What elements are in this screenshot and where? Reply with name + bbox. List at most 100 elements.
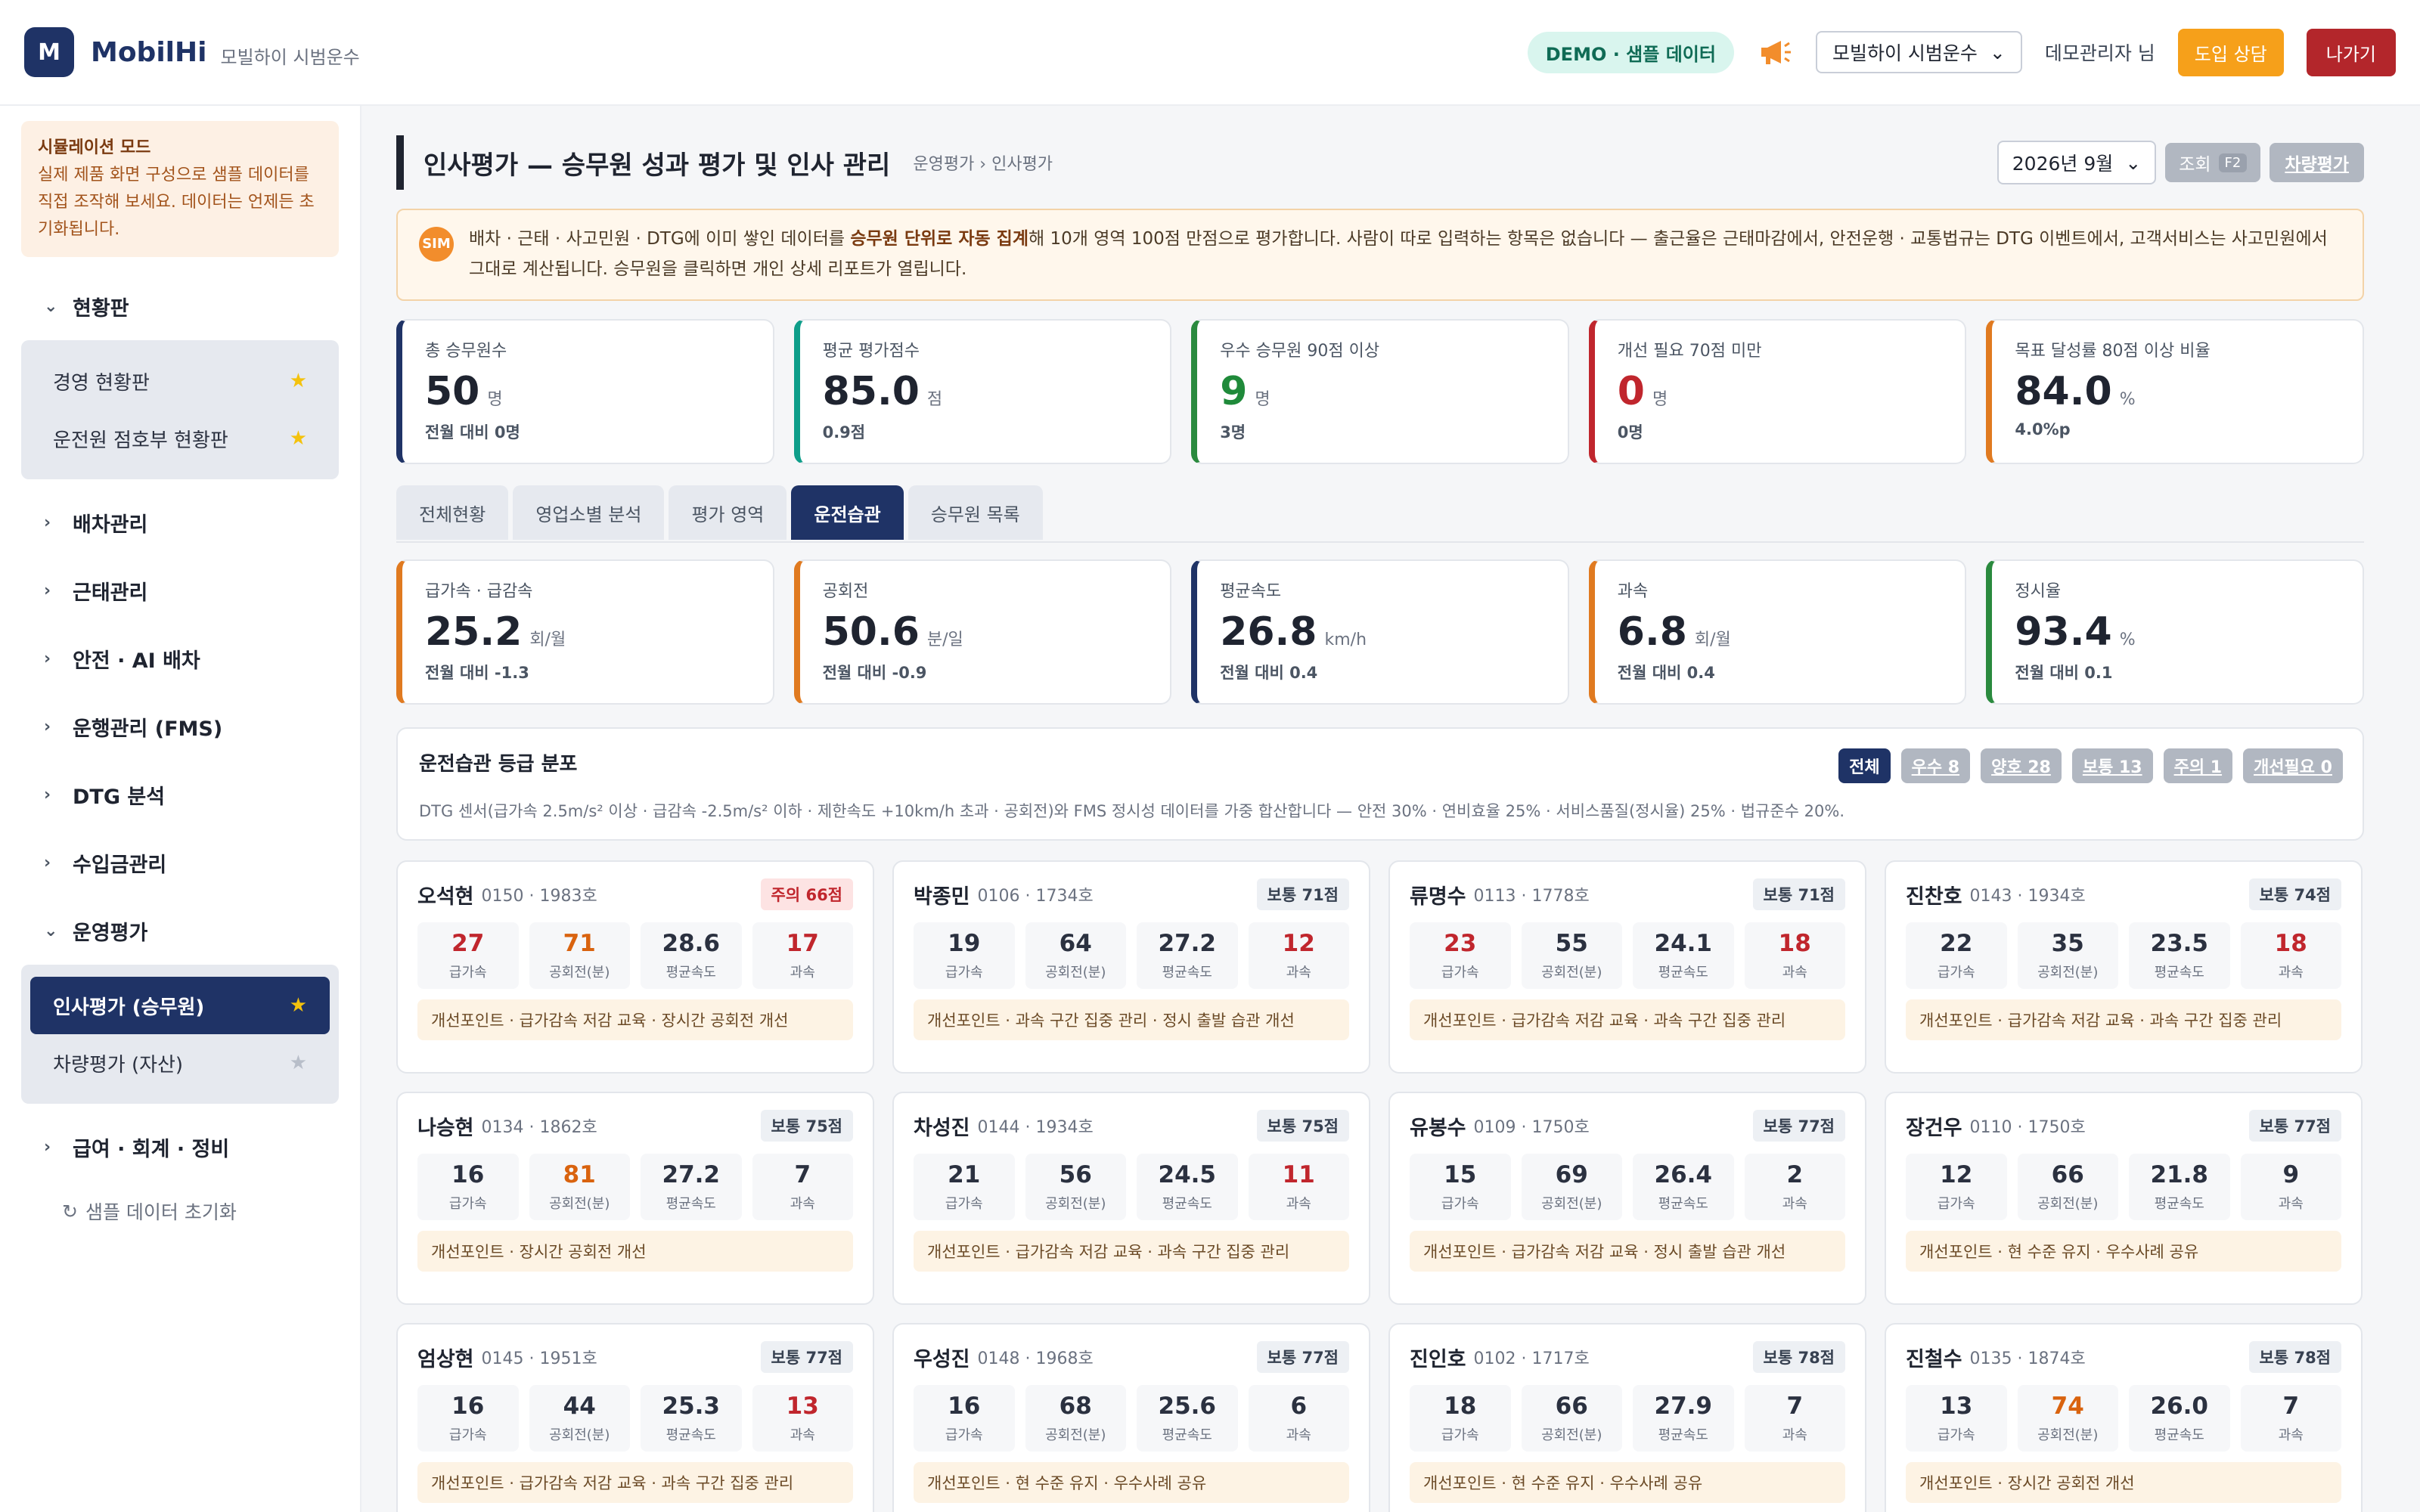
megaphone-icon[interactable] — [1757, 37, 1793, 67]
improvement-tip: 개선포인트 · 급가감속 저감 교육 · 과속 구간 집중 관리 — [417, 1462, 853, 1503]
tab-evaluation-areas[interactable]: 평가 영역 — [669, 485, 787, 540]
month-select[interactable]: 2026년 9월 ⌄ — [1996, 141, 2157, 184]
nav-section-evaluation[interactable]: ⌄ 운영평가 — [21, 897, 339, 965]
metric-label: 급가속 — [1441, 965, 1479, 981]
kpi-unit: 명 — [1255, 390, 1270, 409]
metric-value: 13 — [786, 1393, 819, 1420]
filter-average[interactable]: 보통 13 — [2071, 748, 2153, 783]
driver-name: 진철수 — [1906, 1347, 1962, 1371]
nav-section-dtg[interactable]: › DTG 분석 — [21, 761, 339, 829]
star-icon[interactable]: ★ — [290, 994, 307, 1017]
tab-bar: 전체현황 영업소별 분석 평가 영역 운전습관 승무원 목록 — [396, 485, 2364, 543]
metric-tile: 68 공회전(분) — [1025, 1385, 1126, 1452]
metric-tile: 16 급가속 — [417, 1385, 519, 1452]
grade-badge: 보통 77점 — [1752, 1110, 1845, 1142]
kpi-card: 총 승무원수 50 명 전월 대비 0명 — [396, 319, 774, 464]
driver-card[interactable]: 우성진 0148 · 1968호 보통 77점 16 급가속 68 공회전(분) 25.6 평균… — [892, 1323, 1370, 1512]
star-icon[interactable]: ★ — [290, 427, 307, 450]
query-button[interactable]: 조회 F2 — [2165, 143, 2261, 182]
metric-value: 28.6 — [662, 930, 721, 957]
metric-value: 15 — [1444, 1161, 1477, 1188]
grade-badge: 보통 77점 — [2248, 1110, 2341, 1142]
driver-id: 0150 · 1983호 — [481, 887, 597, 906]
kpi-value: 25.2 — [425, 609, 523, 655]
metric-value: 35 — [2051, 930, 2084, 957]
metric-label: 과속 — [1286, 1196, 1311, 1212]
vehicle-evaluation-button[interactable]: 차량평가 — [2270, 143, 2364, 182]
nav-section-attendance[interactable]: › 근태관리 — [21, 556, 339, 624]
driver-id: 0148 · 1968호 — [977, 1349, 1094, 1368]
grade-distribution-panel: 운전습관 등급 분포 DTG 센서(급가속 2.5m/s² 이상 · 급감속 -… — [396, 727, 2364, 841]
driver-card[interactable]: 박종민 0106 · 1734호 보통 71점 19 급가속 64 공회전(분) 27.2 평균… — [892, 860, 1370, 1074]
improvement-tip: 개선포인트 · 장시간 공회전 개선 — [417, 1231, 853, 1272]
metric-label: 공회전(분) — [1045, 1427, 1106, 1443]
filter-good[interactable]: 양호 28 — [1981, 748, 2062, 783]
nav-section-fms[interactable]: › 운행관리 (FMS) — [21, 692, 339, 761]
metric-row: 16 급가속 44 공회전(분) 25.3 평균속도 13 과속 — [417, 1385, 853, 1452]
metric-tile: 28.6 평균속도 — [641, 922, 742, 989]
sidebar-item-hr-evaluation[interactable]: 인사평가 (승무원) ★ — [30, 977, 330, 1034]
metric-label: 과속 — [1782, 965, 1807, 981]
filter-all[interactable]: 전체 — [1838, 748, 1891, 783]
tab-branch-analysis[interactable]: 영업소별 분석 — [513, 485, 665, 540]
star-icon[interactable]: ★ — [290, 370, 307, 392]
chevron-down-icon: ⌄ — [44, 921, 58, 940]
driver-card[interactable]: 류명수 0113 · 1778호 보통 71점 23 급가속 55 공회전(분) 24.1 평균… — [1388, 860, 1866, 1074]
user-name: 데모관리자 님 — [2044, 42, 2155, 64]
sidebar-item-label: 차량평가 (자산) — [53, 1053, 184, 1077]
driver-card[interactable]: 진인호 0102 · 1717호 보통 78점 18 급가속 66 공회전(분) 27.9 평균… — [1388, 1323, 1866, 1512]
metric-tile: 25.6 평균속도 — [1137, 1385, 1238, 1452]
kpi-value: 93.4 — [2015, 609, 2112, 655]
metric-value: 55 — [1555, 930, 1588, 957]
metric-row: 12 급가속 66 공회전(분) 21.8 평균속도 9 과속 — [1906, 1154, 2341, 1220]
filter-caution[interactable]: 주의 1 — [2163, 748, 2233, 783]
metric-tile: 26.0 평균속도 — [2129, 1385, 2230, 1452]
driver-card[interactable]: 진찬호 0143 · 1934호 보통 74점 22 급가속 35 공회전(분) 23.5 평균… — [1885, 860, 2363, 1074]
sidebar-item-vehicle-evaluation[interactable]: 차량평가 (자산) ★ — [30, 1034, 330, 1092]
kpi-unit: 분/일 — [926, 631, 963, 649]
metric-value: 27 — [451, 930, 485, 957]
driver-id: 0102 · 1717호 — [1473, 1349, 1590, 1368]
title-accent-bar — [396, 135, 404, 190]
driver-card-grid: 오석현 0150 · 1983호 주의 66점 27 급가속 71 공회전(분) 28.6 평균… — [396, 860, 2364, 1512]
tab-overview[interactable]: 전체현황 — [396, 485, 509, 540]
nav-section-label: 급여 · 회계 · 정비 — [73, 1137, 230, 1161]
nav-section-dashboard[interactable]: ⌄ 현황판 — [21, 272, 339, 340]
driver-card[interactable]: 장건우 0110 · 1750호 보통 77점 12 급가속 66 공회전(분) 21.8 평균… — [1885, 1092, 2363, 1305]
chevron-down-icon: ⌄ — [2125, 151, 2142, 174]
nav-section-revenue[interactable]: › 수입금관리 — [21, 829, 339, 897]
nav-section-payroll[interactable]: › 급여 · 회계 · 정비 — [21, 1113, 339, 1181]
kpi-label: 총 승무원수 — [425, 342, 507, 361]
driver-card[interactable]: 엄상현 0145 · 1951호 보통 77점 16 급가속 44 공회전(분) 25.3 평균… — [396, 1323, 874, 1512]
driver-card[interactable]: 진철수 0135 · 1874호 보통 78점 13 급가속 74 공회전(분) 26.0 평균… — [1885, 1323, 2363, 1512]
driver-card[interactable]: 나승현 0134 · 1862호 보통 75점 16 급가속 81 공회전(분) 27.2 평균… — [396, 1092, 874, 1305]
star-icon[interactable]: ★ — [290, 1052, 307, 1074]
metric-row: 21 급가속 56 공회전(분) 24.5 평균속도 11 과속 — [914, 1154, 1349, 1220]
app-logo[interactable]: M — [24, 27, 74, 77]
driver-card[interactable]: 유봉수 0109 · 1750호 보통 77점 15 급가속 69 공회전(분) 26.4 평균… — [1388, 1092, 1866, 1305]
consult-button[interactable]: 도입 상담 — [2177, 28, 2284, 76]
improvement-tip: 개선포인트 · 현 수준 유지 · 우수사례 공유 — [1906, 1231, 2341, 1272]
tab-driver-list[interactable]: 승무원 목록 — [908, 485, 1043, 540]
nav-section-label: DTG 분석 — [73, 785, 166, 809]
tab-driving-habits[interactable]: 운전습관 — [791, 485, 904, 540]
metric-label: 평균속도 — [1658, 1427, 1708, 1443]
exit-button[interactable]: 나가기 — [2306, 28, 2396, 76]
demo-badge: DEMO · 샘플 데이터 — [1527, 31, 1734, 73]
sidebar-item-executive-dashboard[interactable]: 경영 현황판 ★ — [30, 352, 330, 410]
driver-card[interactable]: 차성진 0144 · 1934호 보통 75점 21 급가속 56 공회전(분) 24.5 평균… — [892, 1092, 1370, 1305]
filter-needs-improvement[interactable]: 개선필요 0 — [2243, 748, 2343, 783]
company-select[interactable]: 모빌하이 시범운수 ⌄ — [1815, 31, 2022, 73]
metric-tile: 27.2 평균속도 — [641, 1154, 742, 1220]
metric-row: 19 급가속 64 공회전(분) 27.2 평균속도 12 과속 — [914, 922, 1349, 989]
driver-card[interactable]: 오석현 0150 · 1983호 주의 66점 27 급가속 71 공회전(분) 28.6 평균… — [396, 860, 874, 1074]
nav-section-safety[interactable]: › 안전 · AI 배차 — [21, 624, 339, 692]
metric-value: 21 — [948, 1161, 981, 1188]
filter-excellent[interactable]: 우수 8 — [1900, 748, 1971, 783]
sidebar-item-roll-call-dashboard[interactable]: 운전원 점호부 현황판 ★ — [30, 410, 330, 467]
reset-sample-data-link[interactable]: ↻ 샘플 데이터 초기화 — [21, 1181, 339, 1241]
kpi-row: 총 승무원수 50 명 전월 대비 0명 평균 평가점수 85.0 점 0.9점 우수 승무… — [396, 319, 2364, 464]
metric-row: 16 급가속 81 공회전(분) 27.2 평균속도 7 과속 — [417, 1154, 853, 1220]
dashboard-submenu: 경영 현황판 ★ 운전원 점호부 현황판 ★ — [21, 340, 339, 479]
nav-section-dispatch[interactable]: › 배차관리 — [21, 488, 339, 556]
